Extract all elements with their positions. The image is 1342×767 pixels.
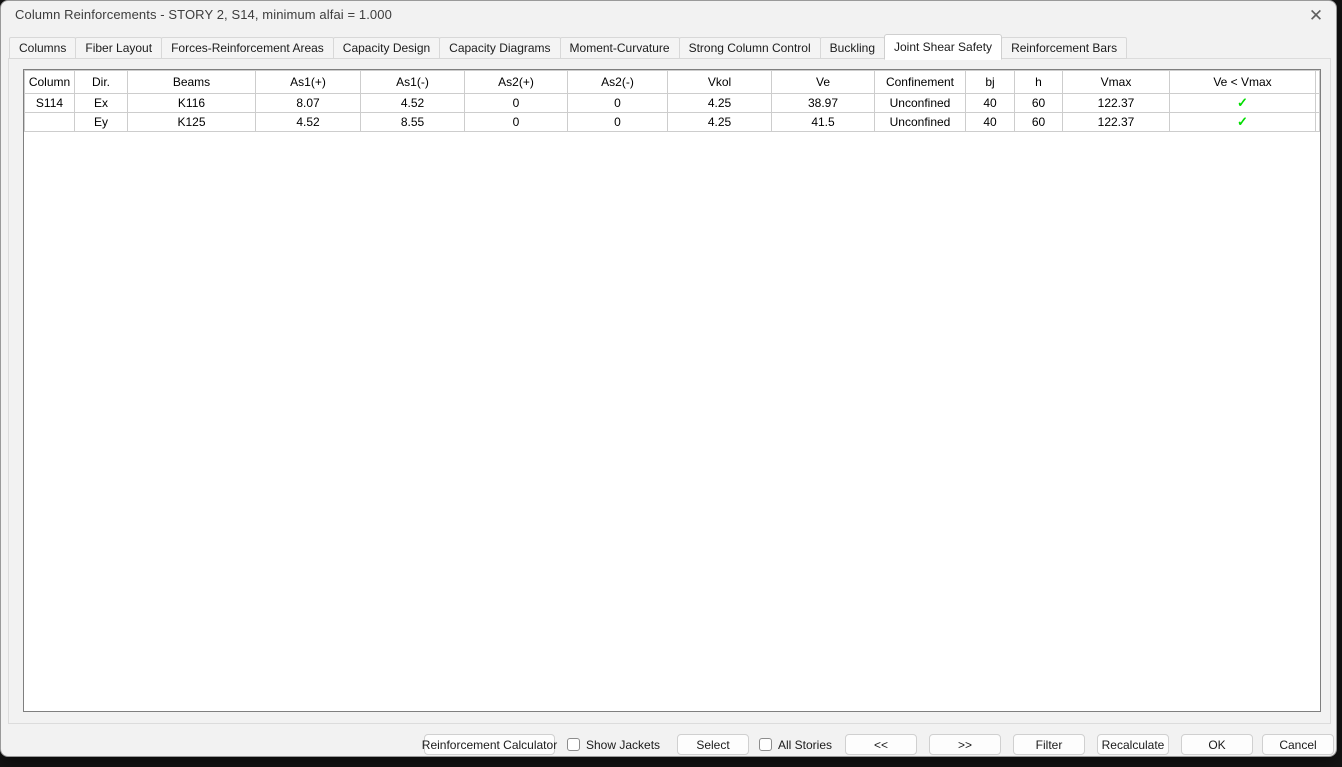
cell-as1-pos: 4.52 (255, 112, 361, 132)
cell-h: 60 (1014, 93, 1063, 113)
tab-reinforcement-bars[interactable]: Reinforcement Bars (1001, 37, 1128, 59)
table-header-row: Column Dir. Beams As1(+) As1(-) As2(+) A… (24, 70, 1320, 94)
cell-as1-neg: 8.55 (360, 112, 465, 132)
tab-buckling[interactable]: Buckling (819, 37, 885, 59)
dialog-title: Column Reinforcements - STORY 2, S14, mi… (15, 7, 392, 22)
next-button[interactable]: >> (929, 734, 1001, 755)
cell-bj: 40 (965, 93, 1015, 113)
cell-as1-pos: 8.07 (255, 93, 361, 113)
ok-button[interactable]: OK (1181, 734, 1253, 755)
show-jackets-label: Show Jackets (586, 737, 661, 752)
column-header: Dir. (74, 70, 128, 94)
joint-shear-table-panel: Column Dir. Beams As1(+) As1(-) As2(+) A… (23, 69, 1321, 712)
column-header: Vmax (1062, 70, 1170, 94)
cell-dir: Ex (74, 93, 128, 113)
cell-vkol: 4.25 (667, 112, 772, 132)
cell-column (24, 112, 75, 132)
all-stories-label: All Stories (778, 737, 833, 752)
table-row[interactable]: S114 Ex K116 8.07 4.52 0 0 4.25 38.97 Un… (24, 93, 1320, 113)
cell-h: 60 (1014, 112, 1063, 132)
cell-dir: Ey (74, 112, 128, 132)
cell-column: S114 (24, 93, 75, 113)
all-stories-checkbox[interactable] (759, 738, 772, 751)
column-header-filler (1315, 70, 1320, 94)
cell-ve: 38.97 (771, 93, 875, 113)
select-button[interactable]: Select (677, 734, 749, 755)
show-jackets-checkbox-group: Show Jackets (567, 734, 660, 755)
column-header: As1(+) (255, 70, 361, 94)
tab-fiber-layout[interactable]: Fiber Layout (75, 37, 163, 59)
column-header: Vkol (667, 70, 772, 94)
table-row[interactable]: Ey K125 4.52 8.55 0 0 4.25 41.5 Unconfin… (24, 112, 1320, 132)
cell-filler (1315, 112, 1320, 132)
column-reinforcements-dialog: Column Reinforcements - STORY 2, S14, mi… (0, 0, 1337, 757)
tab-strong-column-control[interactable]: Strong Column Control (678, 37, 821, 59)
check-icon: ✓ (1169, 112, 1316, 132)
cell-filler (1315, 93, 1320, 113)
column-header: As2(+) (464, 70, 568, 94)
cell-as2-neg: 0 (567, 112, 668, 132)
column-header: As2(-) (567, 70, 668, 94)
cell-as2-pos: 0 (464, 112, 568, 132)
cell-beams: K125 (127, 112, 256, 132)
filter-button[interactable]: Filter (1013, 734, 1085, 755)
cell-as1-neg: 4.52 (360, 93, 465, 113)
cell-vmax: 122.37 (1062, 93, 1170, 113)
column-header: Beams (127, 70, 256, 94)
cancel-button[interactable]: Cancel (1262, 734, 1334, 755)
close-icon[interactable]: ✕ (1302, 4, 1330, 28)
column-header: As1(-) (360, 70, 465, 94)
cell-confinement: Unconfined (874, 112, 966, 132)
joint-shear-table: Column Dir. Beams As1(+) As1(-) As2(+) A… (24, 70, 1320, 132)
tab-strip: Columns Fiber Layout Forces-Reinforcemen… (9, 33, 1128, 60)
cell-vmax: 122.37 (1062, 112, 1170, 132)
cell-bj: 40 (965, 112, 1015, 132)
column-header: Ve < Vmax (1169, 70, 1316, 94)
cell-as2-pos: 0 (464, 93, 568, 113)
column-header: Confinement (874, 70, 966, 94)
cell-as2-neg: 0 (567, 93, 668, 113)
tab-joint-shear-safety[interactable]: Joint Shear Safety (884, 34, 1003, 60)
column-header: Ve (771, 70, 875, 94)
cell-confinement: Unconfined (874, 93, 966, 113)
check-icon: ✓ (1169, 93, 1316, 113)
tab-capacity-design[interactable]: Capacity Design (332, 37, 441, 59)
tab-moment-curvature[interactable]: Moment-Curvature (559, 37, 680, 59)
show-jackets-checkbox[interactable] (567, 738, 580, 751)
tab-columns[interactable]: Columns (9, 37, 77, 59)
reinforcement-calculator-button[interactable]: Reinforcement Calculator (422, 734, 557, 755)
cell-ve: 41.5 (771, 112, 875, 132)
cell-beams: K116 (127, 93, 256, 113)
previous-button[interactable]: << (845, 734, 917, 755)
recalculate-button[interactable]: Recalculate (1097, 734, 1169, 755)
column-header: bj (965, 70, 1015, 94)
all-stories-checkbox-group: All Stories (759, 734, 832, 755)
title-bar: Column Reinforcements - STORY 2, S14, mi… (1, 1, 1336, 31)
column-header: Column (24, 70, 75, 94)
cell-vkol: 4.25 (667, 93, 772, 113)
tab-forces-reinforcement-areas[interactable]: Forces-Reinforcement Areas (161, 37, 334, 59)
column-header: h (1014, 70, 1063, 94)
tab-capacity-diagrams[interactable]: Capacity Diagrams (439, 37, 561, 59)
